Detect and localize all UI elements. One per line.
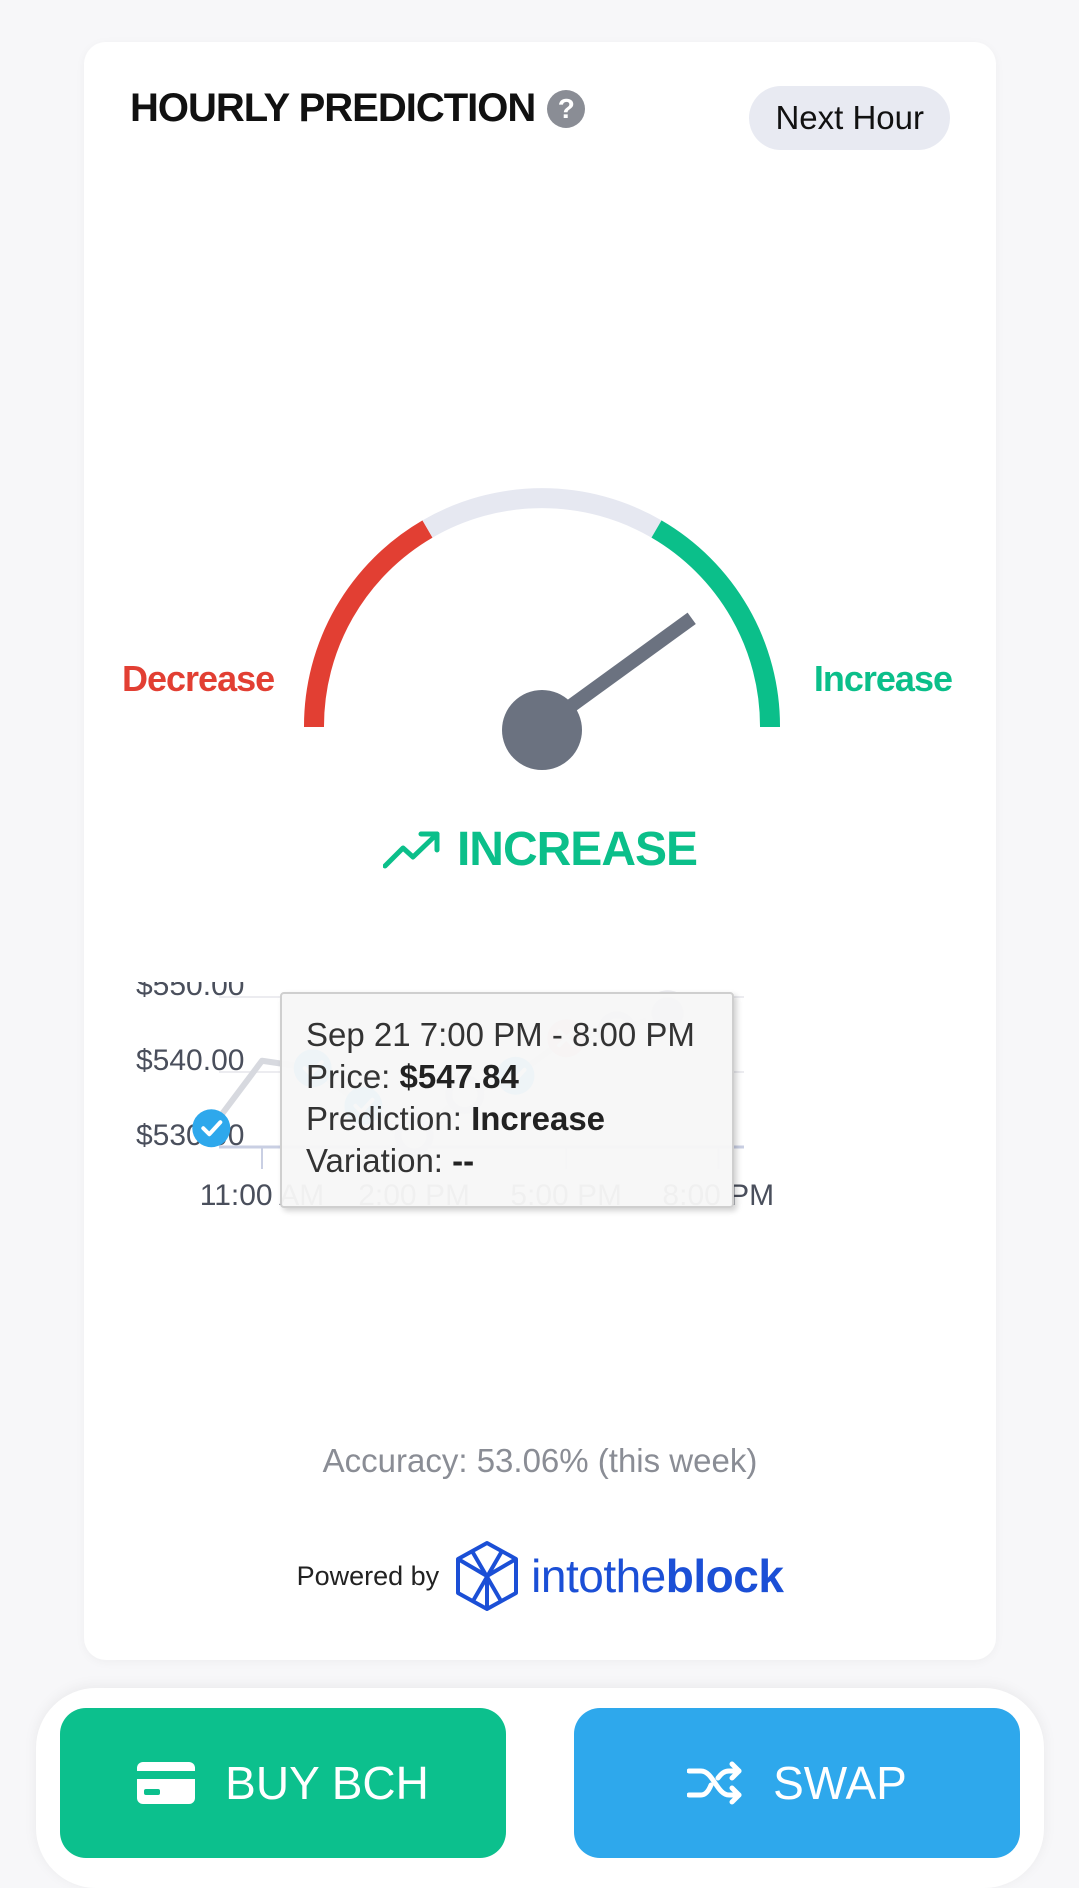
gauge-arc-neutral [422, 488, 662, 538]
tooltip-prediction-row: Prediction: Increase [306, 1098, 708, 1140]
correct-marker [192, 1109, 231, 1148]
tooltip-prediction: Increase [471, 1100, 606, 1137]
tooltip-variation-row: Variation: -- [306, 1140, 708, 1182]
credit-card-icon [137, 1762, 196, 1804]
gauge-arc-decrease [303, 520, 433, 728]
powered-by-text: Powered by [296, 1560, 440, 1591]
tooltip-price-row: Price: $547.84 [306, 1056, 708, 1098]
y-tick-label: $550.00 [136, 982, 244, 1002]
tooltip-variation-label: Variation: [306, 1142, 443, 1179]
next-hour-button[interactable]: Next Hour [749, 86, 950, 150]
decrease-label: Decrease [122, 658, 275, 699]
tooltip-range: Sep 21 7:00 PM - 8:00 PM [306, 1016, 695, 1053]
powered-by[interactable]: Powered by intotheblock [84, 1540, 996, 1612]
brand-name: intotheblock [531, 1550, 784, 1602]
trending-up-icon [382, 831, 440, 868]
shuffle-icon [687, 1761, 742, 1805]
prediction-result: INCREASE [84, 822, 996, 877]
prediction-result-label: INCREASE [456, 823, 698, 876]
tooltip-price: $547.84 [399, 1058, 519, 1095]
action-bar: BUY BCH SWAP [36, 1688, 1044, 1888]
swap-label: SWAP [773, 1757, 907, 1809]
increase-label: Increase [813, 658, 953, 699]
buy-bch-label: BUY BCH [225, 1757, 429, 1809]
intotheblock-logo-icon [456, 1541, 519, 1611]
tooltip-price-label: Price: [306, 1058, 391, 1095]
title-row: HOURLY PREDICTION ? [130, 86, 586, 131]
chart-tooltip: Sep 21 7:00 PM - 8:00 PM Price: $547.84 … [280, 992, 734, 1208]
question-circle-icon[interactable]: ? [547, 89, 586, 128]
y-tick-label: $540.00 [136, 1044, 244, 1077]
gauge-hub [502, 690, 582, 770]
gauge [303, 488, 781, 770]
accuracy-text: Accuracy: 53.06% (this week) [322, 1442, 758, 1479]
buy-bch-button[interactable]: BUY BCH [60, 1708, 506, 1858]
prediction-card: HOURLY PREDICTION ? Next Hour Decrease I… [84, 42, 996, 1660]
tooltip-variation: -- [452, 1142, 475, 1179]
tooltip-prediction-label: Prediction: [306, 1100, 462, 1137]
card-title: HOURLY PREDICTION [130, 86, 536, 130]
swap-button[interactable]: SWAP [574, 1708, 1020, 1858]
